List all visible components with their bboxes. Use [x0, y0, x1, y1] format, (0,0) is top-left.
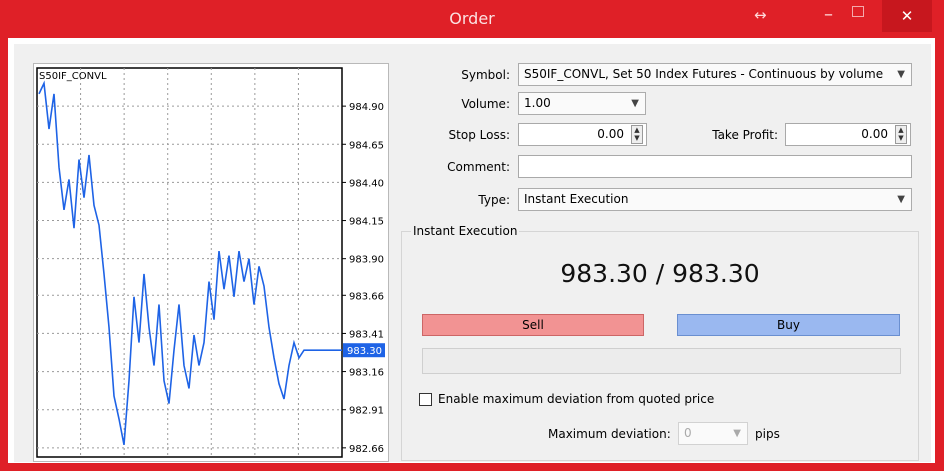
maximize-icon[interactable]	[852, 6, 864, 17]
stop-loss-field[interactable]: 0.00 ▲ ▼	[518, 123, 647, 146]
bid-ask-quote: 983.30 / 983.30	[560, 259, 760, 288]
y-tick-label: 983.41	[349, 329, 384, 340]
type-select[interactable]: Instant Execution ▼	[518, 188, 912, 211]
take-profit-spinner[interactable]: ▲ ▼	[895, 125, 907, 144]
y-tick-label: 984.40	[349, 178, 384, 189]
enable-deviation-label[interactable]: Enable maximum deviation from quoted pri…	[438, 392, 714, 406]
buy-button[interactable]: Buy	[677, 314, 900, 336]
order-window: Order ↔ – ✕ 984.90 984.65 984.40 984.15 983.…	[0, 0, 944, 471]
max-deviation-value: 0	[684, 426, 692, 440]
instant-execution-label: Instant Execution	[411, 224, 520, 238]
title-bar[interactable]: Order ↔ – ✕	[0, 0, 944, 38]
take-profit-field[interactable]: 0.00 ▲ ▼	[785, 123, 911, 146]
chevron-down-icon: ▼	[733, 428, 741, 439]
sell-button[interactable]: Sell	[422, 314, 644, 336]
stop-loss-spinner[interactable]: ▲ ▼	[631, 125, 643, 144]
stop-loss-value: 0.00	[597, 127, 624, 141]
y-tick-label: 983.66	[349, 291, 384, 302]
volume-select[interactable]: 1.00 ▼	[518, 92, 646, 115]
y-tick-label: 982.66	[349, 444, 384, 455]
price-chart: 984.90 984.65 984.40 984.15 983.90 983.66 983.…	[33, 63, 389, 462]
y-tick-label: 983.16	[349, 368, 384, 379]
y-tick-label: 983.90	[349, 255, 384, 266]
pips-label: pips	[755, 427, 780, 441]
current-price-label: 983.30	[347, 346, 382, 357]
comment-label: Comment:	[447, 160, 510, 174]
window-title: Order	[449, 9, 495, 28]
chevron-down-icon: ▼	[897, 69, 905, 80]
stop-loss-label: Stop Loss:	[448, 128, 510, 142]
chevron-down-icon: ▼	[631, 98, 639, 109]
take-profit-label: Take Profit:	[712, 128, 778, 142]
y-tick-label: 984.65	[349, 140, 384, 151]
chart-title: S50IF_CONVL	[39, 71, 107, 82]
symbol-select[interactable]: S50IF_CONVL, Set 50 Index Futures - Cont…	[518, 63, 912, 86]
execution-status-bar	[422, 348, 901, 374]
y-tick-label: 984.90	[349, 102, 384, 113]
volume-value: 1.00	[524, 96, 551, 110]
symbol-value: S50IF_CONVL, Set 50 Index Futures - Cont…	[524, 67, 884, 81]
comment-input[interactable]	[518, 155, 912, 178]
resize-icon[interactable]: ↔	[754, 6, 767, 24]
price-line-series	[38, 80, 342, 445]
chevron-down-icon: ▼	[897, 194, 905, 205]
take-profit-value: 0.00	[861, 127, 888, 141]
symbol-label: Symbol:	[461, 68, 510, 82]
y-tick-label: 984.15	[349, 217, 384, 228]
volume-label: Volume:	[461, 97, 510, 111]
type-label: Type:	[478, 193, 510, 207]
enable-deviation-checkbox[interactable]	[419, 393, 432, 406]
y-tick-label: 982.91	[349, 406, 384, 417]
close-button[interactable]: ✕	[882, 0, 932, 32]
price-chart-svg: 984.90 984.65 984.40 984.15 983.90 983.66 983.…	[36, 67, 385, 458]
window-frame-bottom	[0, 463, 944, 471]
plot-frame	[36, 67, 343, 458]
minimize-icon[interactable]: –	[824, 4, 833, 25]
window-frame-right	[935, 38, 944, 471]
max-deviation-label: Maximum deviation:	[548, 427, 671, 441]
window-frame-left	[0, 38, 8, 471]
type-value: Instant Execution	[524, 192, 629, 206]
max-deviation-select[interactable]: 0 ▼	[678, 422, 748, 445]
